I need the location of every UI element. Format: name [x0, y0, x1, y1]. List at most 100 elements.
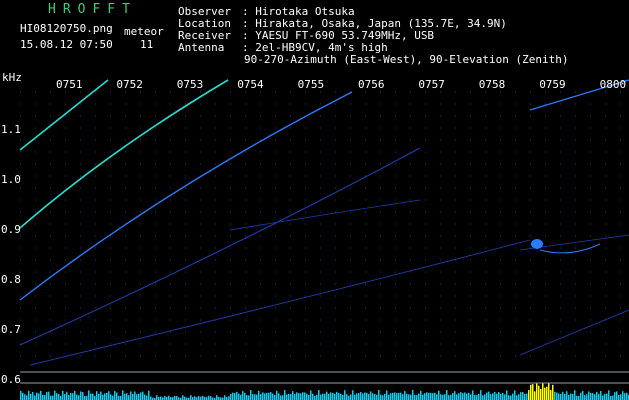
level-bar: [426, 392, 428, 400]
level-bar: [528, 390, 530, 400]
level-bar: [606, 393, 608, 400]
level-bar: [46, 391, 48, 400]
level-bar: [410, 394, 412, 400]
level-bar: [480, 390, 482, 400]
level-bar: [594, 394, 596, 400]
level-bar: [432, 393, 434, 400]
level-bar: [266, 393, 268, 400]
level-bar: [168, 395, 170, 400]
level-bar: [298, 393, 300, 400]
level-bar: [328, 393, 330, 400]
level-bar: [430, 392, 432, 400]
level-bar: [558, 393, 560, 400]
level-bar: [48, 391, 50, 400]
level-bar: [376, 394, 378, 400]
level-bar: [316, 394, 318, 400]
level-bar: [202, 395, 204, 400]
y-tick-label: 0.8: [1, 273, 21, 286]
grid-dots: [20, 91, 621, 357]
level-bar: [454, 391, 456, 400]
y-tick-label: 0.7: [1, 323, 21, 336]
level-bar: [470, 394, 472, 400]
level-bar: [622, 391, 624, 400]
level-bar: [104, 393, 106, 400]
level-bar: [412, 390, 414, 400]
y-tick-label: 0.6: [1, 373, 21, 386]
level-bar: [604, 393, 606, 400]
level-bar: [614, 392, 616, 400]
level-bar: [492, 393, 494, 400]
level-bar: [234, 393, 236, 400]
level-bar: [546, 386, 548, 400]
level-bar: [348, 395, 350, 400]
level-bar: [462, 393, 464, 400]
level-bar: [368, 394, 370, 400]
level-bar: [92, 393, 94, 400]
level-bar: [322, 393, 324, 400]
level-bar: [294, 394, 296, 400]
level-bar: [88, 390, 90, 400]
level-bar: [416, 395, 418, 400]
level-bar: [136, 394, 138, 400]
level-bar: [76, 394, 78, 400]
level-bar: [396, 393, 398, 400]
meteor-trace: [19, 79, 229, 229]
level-bar: [302, 392, 304, 400]
level-bar: [516, 395, 518, 400]
level-bar: [428, 392, 430, 400]
level-bar: [596, 391, 598, 400]
level-bar: [590, 392, 592, 400]
level-bar: [610, 395, 612, 400]
level-bar: [58, 393, 60, 400]
level-bar: [310, 390, 312, 400]
level-bar: [236, 391, 238, 400]
y-tick-label: 1.0: [1, 173, 21, 186]
level-bar: [418, 393, 420, 400]
level-bar: [502, 392, 504, 400]
level-bar: [494, 391, 496, 400]
level-bar: [256, 394, 258, 400]
level-bar: [450, 394, 452, 400]
level-bar: [240, 394, 242, 400]
level-bar: [474, 394, 476, 400]
level-bar: [300, 393, 302, 400]
level-bar: [262, 392, 264, 400]
level-bar: [244, 392, 246, 400]
level-bar: [566, 391, 568, 400]
level-bar: [598, 394, 600, 400]
level-bar: [106, 392, 108, 400]
level-bar: [96, 391, 98, 400]
meteor-trace: [29, 239, 531, 366]
level-bar: [600, 390, 602, 400]
level-bar: [568, 394, 570, 400]
level-bar: [26, 395, 28, 400]
level-bar: [464, 392, 466, 400]
level-bar: [564, 393, 566, 400]
level-bar: [54, 390, 56, 400]
level-bar: [624, 393, 626, 400]
level-bar: [370, 391, 372, 400]
level-bar: [116, 392, 118, 400]
level-bar: [394, 392, 396, 400]
x-tick-label: 0755: [297, 78, 325, 91]
level-bar: [164, 395, 166, 400]
level-bar: [198, 396, 200, 400]
level-bar: [422, 394, 424, 400]
level-bar: [108, 391, 110, 400]
level-bar: [308, 394, 310, 400]
x-tick-label: 0756: [358, 78, 385, 91]
level-bar: [44, 395, 46, 400]
level-bar: [574, 390, 576, 400]
level-bar: [522, 392, 524, 400]
level-bar: [278, 393, 280, 400]
level-bar: [342, 394, 344, 400]
level-bar: [364, 392, 366, 400]
level-bar: [390, 393, 392, 400]
level-bar: [458, 393, 460, 400]
level-bar: [508, 395, 510, 400]
level-bar: [36, 392, 38, 400]
level-bar: [514, 390, 516, 400]
grid-dot-pattern: [20, 91, 621, 357]
level-bar: [130, 391, 132, 400]
level-bar: [524, 393, 526, 400]
